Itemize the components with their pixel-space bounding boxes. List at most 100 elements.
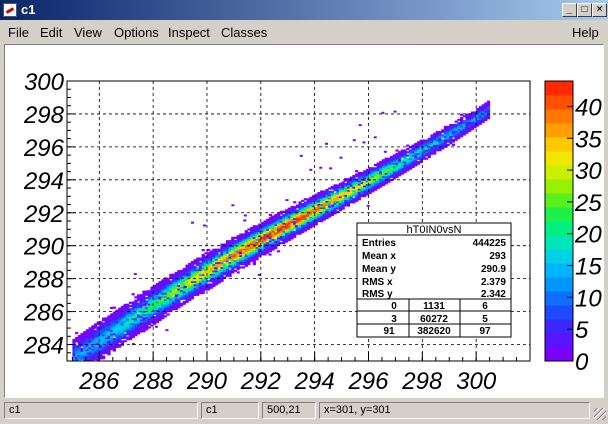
y-tick-label: 290 [23,234,65,261]
heatmap-cell [339,156,343,159]
stats-cell-0-2: 6 [482,301,488,312]
root-canvas-icon [3,3,17,17]
heatmap-cell [299,154,303,157]
x-tick-label: 294 [294,368,335,395]
menu-file[interactable]: File [8,25,29,40]
heatmap-cell [75,332,79,335]
heatmap-cell [101,355,106,358]
heatmap-cell [131,293,135,296]
heatmap-cell [290,233,294,236]
heatmap-cell [383,150,387,153]
z-tick-label: 35 [575,126,602,153]
heatmap-cell [393,110,397,113]
status-object: c1 [4,402,198,419]
heatmap-cell [319,166,323,169]
palette-segment [545,249,573,264]
heatmap-cell [133,273,137,276]
heatmap-cell [362,141,366,144]
menu-help[interactable]: Help [572,25,599,40]
menu-bar: File Edit View Options Inspect Classes H… [0,22,608,42]
y-tick-label: 300 [24,69,65,96]
palette-segment [545,305,573,320]
menu-edit[interactable]: Edit [40,25,62,40]
stats-value-rms-y: 2.342 [481,289,506,300]
stats-cell-1-2: 5 [482,314,488,325]
palette-segment [545,207,573,222]
stats-cell-0-0: 0 [391,301,397,312]
heatmap-cell [257,273,261,276]
x-tick-label: 296 [347,368,389,395]
heatmap-cell [486,100,491,103]
menu-options[interactable]: Options [114,25,159,40]
stats-cell-2-2: 97 [479,326,491,337]
histogram-plot[interactable]: 286 288 290 292 294 296 298 300 284286288290292… [5,45,603,397]
palette-segment [545,137,573,152]
heatmap-cell [166,313,170,316]
z-tick-label: 30 [575,158,602,185]
y-tick-label: 296 [23,135,65,162]
status-pixel-coords: 500,21 [262,402,316,419]
heatmap-cell [366,204,370,207]
stats-cell-0-1: 1131 [423,301,445,312]
heatmap-cell [309,168,313,171]
heatmap-cell [451,143,456,146]
title-bar: c1 _ □ × [0,0,608,20]
heatmap-cell [201,249,205,252]
heatmap-cell [150,324,154,327]
heatmap-cell [165,277,169,280]
x-tick-label: 286 [78,368,120,395]
x-tick-label: 298 [401,368,443,395]
minimize-button[interactable]: _ [562,3,577,17]
x-tick-label: 300 [456,368,497,395]
palette-segment [545,235,573,250]
heatmap-cell [331,204,335,207]
y-tick-labels: 284 286 288 290 292 294 296 298 300 [23,69,65,360]
close-button[interactable]: × [592,3,607,17]
palette-segment [545,291,573,306]
heatmap-cell [381,111,385,114]
palette-segment [545,109,573,124]
y-tick-label: 298 [23,102,65,129]
menu-view[interactable]: View [74,25,102,40]
z-tick-label: 25 [574,190,602,217]
heatmap-cell [112,306,116,309]
z-tick-label: 20 [574,222,602,249]
palette-segment [545,81,573,96]
status-axis-coords: x=301, y=301 [319,402,590,419]
heatmap-cell [324,142,328,145]
y-tick-label: 294 [23,168,64,195]
menu-classes[interactable]: Classes [221,25,267,40]
palette-segment [545,277,573,292]
menu-inspect[interactable]: Inspect [168,25,210,40]
heatmap-cell [165,329,169,332]
palette-segment [545,193,573,208]
stats-box[interactable]: hT0IN0vsN Entries 444225 Mean x 293 Mean… [356,222,512,338]
stats-value-entries: 444225 [473,238,507,249]
maximize-button[interactable]: □ [577,3,592,17]
heatmap-cell [358,124,362,127]
canvas-area[interactable]: 286 288 290 292 294 296 298 300 284 286 288 290 292… [4,44,604,398]
heatmap-cell [294,225,298,228]
heatmap-cell [175,294,179,297]
heatmap-cell [276,250,281,253]
z-tick-label: 0 [575,349,589,376]
heatmap-cell [270,215,274,218]
status-canvas: c1 [201,402,259,419]
palette-segment [545,319,573,334]
z-tick-label: 10 [575,285,602,312]
window-title: c1 [21,2,36,17]
x-tick-label: 292 [240,368,281,395]
z-tick-label: 40 [575,94,602,121]
y-tick-label: 286 [23,300,65,327]
heatmap-cell [352,139,356,142]
heatmap-cell [214,267,218,270]
palette-segment [545,179,573,194]
heatmap-cell [190,221,194,224]
stats-cell-2-0: 91 [383,326,395,337]
heatmap-cell [183,285,187,288]
heatmap-cell [329,167,333,170]
x-tick-label: 290 [186,368,228,395]
stats-label-mean-x: Mean x [362,251,396,262]
resize-grip[interactable] [594,408,606,420]
heatmap-cell [238,251,242,254]
